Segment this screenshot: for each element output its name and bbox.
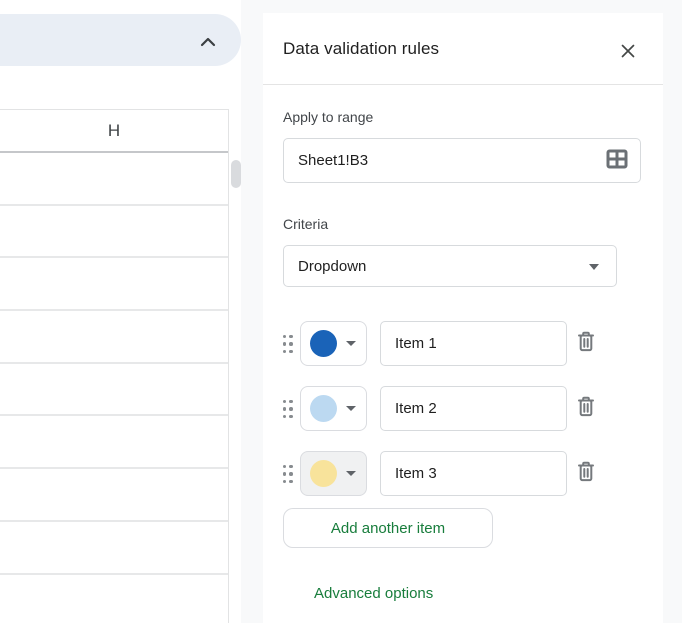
sheet-row[interactable]	[0, 521, 228, 575]
add-another-item-button[interactable]: Add another item	[283, 508, 493, 548]
caret-down-icon	[346, 471, 356, 476]
sheet-row[interactable]	[0, 363, 228, 417]
select-data-range-button[interactable]	[605, 149, 629, 173]
sheet-rows	[0, 153, 228, 623]
caret-down-icon	[346, 406, 356, 411]
sheet-vertical-scrollbar[interactable]	[231, 160, 241, 188]
caret-down-icon	[589, 264, 599, 270]
trash-icon	[576, 330, 596, 359]
item-color-swatch	[310, 395, 337, 422]
grid-select-range-icon	[606, 149, 628, 174]
trash-icon	[576, 460, 596, 489]
criteria-selected-value: Dropdown	[298, 257, 367, 275]
criteria-select[interactable]: Dropdown	[283, 245, 617, 287]
close-panel-button[interactable]	[614, 39, 642, 67]
panel-title: Data validation rules	[283, 39, 440, 58]
panel-divider	[263, 84, 663, 85]
item-text-input[interactable]	[381, 387, 555, 430]
item-color-picker-button[interactable]	[300, 321, 367, 366]
dropdown-item-row	[263, 386, 663, 431]
dropdown-item-row	[263, 321, 663, 366]
drag-handle-icon[interactable]	[281, 463, 294, 485]
app-window: H Data validation rules Apply to range S…	[0, 0, 682, 623]
sheet-row[interactable]	[0, 574, 228, 623]
sheet-row[interactable]	[0, 205, 228, 259]
sheet-row[interactable]	[0, 258, 228, 312]
delete-item-button[interactable]	[572, 394, 600, 424]
item-text-input[interactable]	[381, 322, 555, 365]
panel-right-gutter	[663, 0, 682, 623]
chevron-up-icon	[200, 34, 216, 52]
caret-down-icon	[346, 341, 356, 346]
item-color-picker-button[interactable]	[300, 451, 367, 496]
data-validation-panel: Data validation rules Apply to range She…	[263, 13, 663, 623]
background-top	[263, 0, 682, 13]
item-color-picker-button[interactable]	[300, 386, 367, 431]
dropdown-item-row	[263, 451, 663, 496]
item-text-input[interactable]	[381, 452, 555, 495]
delete-item-button[interactable]	[572, 459, 600, 489]
item-input-box	[380, 321, 567, 366]
drag-handle-icon[interactable]	[281, 333, 294, 355]
close-icon	[620, 43, 636, 64]
drag-handle-icon[interactable]	[281, 398, 294, 420]
background-gap	[241, 0, 263, 623]
delete-item-button[interactable]	[572, 329, 600, 359]
sheet-row[interactable]	[0, 416, 228, 470]
trash-icon	[576, 395, 596, 424]
sheet-row[interactable]	[0, 469, 228, 522]
column-gridline	[228, 109, 229, 623]
sheet-row[interactable]	[0, 153, 228, 206]
advanced-options-link[interactable]: Advanced options	[314, 585, 433, 602]
item-color-swatch	[310, 330, 337, 357]
collapse-formula-bar-button[interactable]	[194, 29, 222, 57]
range-input[interactable]	[284, 139, 598, 182]
sheet-row[interactable]	[0, 311, 228, 364]
item-color-swatch	[310, 460, 337, 487]
criteria-label: Criteria	[283, 216, 329, 232]
item-input-box	[380, 451, 567, 496]
range-input-box	[283, 138, 641, 183]
item-input-box	[380, 386, 567, 431]
column-header-H[interactable]: H	[0, 109, 228, 153]
apply-to-range-label: Apply to range	[283, 109, 374, 125]
